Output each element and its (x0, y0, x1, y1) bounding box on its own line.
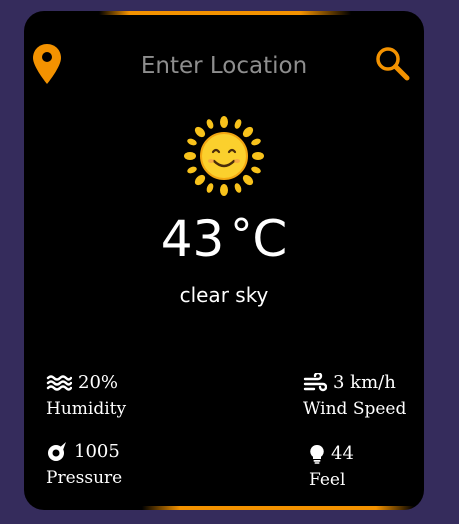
pressure-stat: 1005 Pressure (46, 440, 122, 490)
feel-label: Feel (309, 470, 346, 490)
lightbulb-icon (310, 444, 324, 464)
bottom-accent-line (142, 506, 414, 510)
humidity-label: Humidity (46, 399, 127, 419)
degree-symbol: ° (230, 210, 253, 261)
feel-value: 44 (331, 443, 354, 464)
humidity-value: 20% (78, 372, 119, 393)
wind-value: 3 km/h (333, 372, 396, 393)
wind-stat: 3 km/h Wind Speed (303, 371, 406, 421)
humidity-stat: 20% Humidity (46, 371, 126, 421)
location-pin-icon[interactable] (32, 43, 62, 85)
location-search-input[interactable] (84, 49, 364, 83)
search-icon[interactable] (374, 45, 410, 81)
pressure-value: 1005 (74, 441, 120, 462)
weather-description: clear sky (179, 283, 269, 307)
feel-stat: 44 Feel (309, 442, 354, 492)
pressure-label: Pressure (46, 468, 123, 488)
sun-icon (184, 116, 264, 196)
water-waves-icon (46, 375, 72, 391)
wind-label: Wind Speed (303, 399, 407, 419)
temperature-display: 43 °C (24, 209, 424, 272)
pressure-gauge-icon (48, 442, 66, 461)
weather-card: 43°C clear sky 20% Humidity (24, 11, 424, 510)
temperature-unit: C (252, 210, 288, 268)
wind-icon (303, 373, 327, 392)
top-accent-line (99, 11, 351, 15)
temperature-value: 43 (160, 210, 225, 268)
